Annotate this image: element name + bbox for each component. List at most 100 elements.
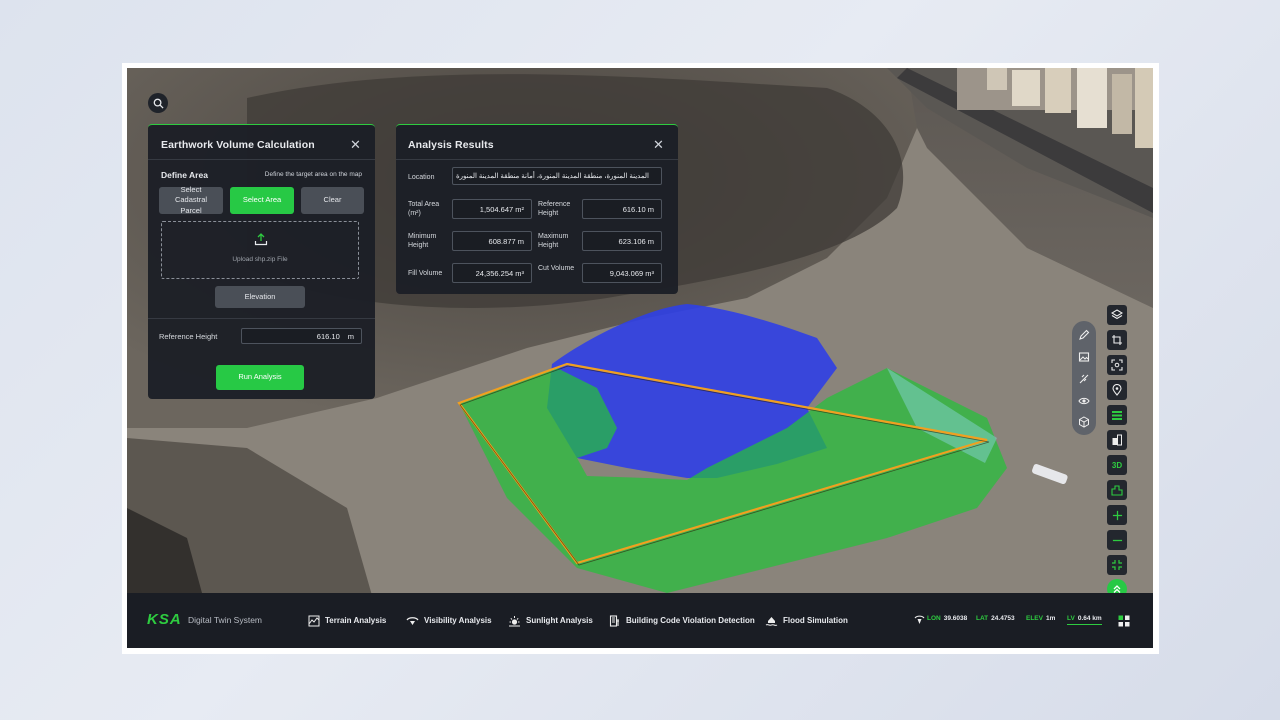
upload-dropzone[interactable]: Upload shp.zip File xyxy=(161,221,359,279)
total-area-value: 1,504.647 m² xyxy=(452,199,532,219)
longitude-value: 39.6038 xyxy=(943,615,968,622)
list-button[interactable] xyxy=(1107,405,1127,425)
close-button[interactable]: ✕ xyxy=(653,138,664,151)
zoom-in-icon xyxy=(1112,510,1122,520)
draw-toolbar xyxy=(1072,321,1096,435)
ksa-logo: KSA xyxy=(147,611,182,628)
location-label: Location xyxy=(408,174,435,181)
location-field: المدينة المنورة، منطقة المدينة المنورة، … xyxy=(452,167,662,185)
maximum-height-value: 623.106 m xyxy=(582,231,662,251)
crop-icon xyxy=(1112,335,1122,345)
location-value: المدينة المنورة، منطقة المدينة المنورة، … xyxy=(456,173,649,180)
fullscreen-icon xyxy=(1112,560,1122,570)
level-label: LV xyxy=(1067,615,1075,622)
apps-grid-icon xyxy=(1118,615,1130,627)
panel-title: Earthwork Volume Calculation xyxy=(161,139,315,151)
minimum-height-label: Minimum Height xyxy=(408,233,437,250)
select-area-button[interactable]: Select Area xyxy=(230,187,294,214)
maximum-height-label: Maximum Height xyxy=(538,233,569,250)
total-area-label: Total Area (m²) xyxy=(408,201,440,218)
zoom-in-button[interactable] xyxy=(1107,505,1127,525)
reference-height-label: Reference Height xyxy=(538,201,571,218)
upload-icon xyxy=(254,233,268,246)
layers-button[interactable] xyxy=(1107,305,1127,325)
fill-volume-value: 24,356.254 m³ xyxy=(452,263,532,283)
panel-title: Analysis Results xyxy=(408,139,494,151)
map-viewport[interactable]: Earthwork Volume Calculation ✕ Define Ar… xyxy=(127,68,1153,648)
upload-text: Upload shp.zip File xyxy=(232,256,288,263)
zoom-out-icon xyxy=(1112,539,1122,541)
list-icon xyxy=(1112,411,1122,420)
close-button[interactable]: ✕ xyxy=(350,138,361,151)
longitude-label: LON xyxy=(927,615,941,622)
zoom-out-button[interactable] xyxy=(1107,530,1127,550)
building-button[interactable] xyxy=(1107,430,1127,450)
nav-sunlight-analysis[interactable]: Sunlight Analysis xyxy=(508,593,593,648)
level-readout: LV 0.64 km xyxy=(1067,615,1102,625)
terrain-icon xyxy=(308,615,320,626)
cube-icon[interactable] xyxy=(1078,416,1090,428)
apps-grid-button[interactable] xyxy=(1118,614,1130,627)
nav-label: Building Code Violation Detection xyxy=(626,616,755,625)
3d-label: 3D xyxy=(1111,460,1123,470)
image-icon[interactable] xyxy=(1078,351,1090,363)
camera-position-icon xyxy=(914,615,925,624)
eye-icon[interactable] xyxy=(1078,395,1090,407)
buildings-button[interactable] xyxy=(1107,480,1127,500)
reference-height-value: 616.10 m xyxy=(582,199,662,219)
longitude-readout: LON 39.6038 xyxy=(927,615,967,622)
crop-button[interactable] xyxy=(1107,330,1127,350)
fullscreen-button[interactable] xyxy=(1107,555,1127,575)
elevation-readout: ELEV 1m xyxy=(1026,615,1055,622)
building-icon xyxy=(1112,434,1122,446)
earthwork-volume-panel: Earthwork Volume Calculation ✕ Define Ar… xyxy=(148,124,375,399)
nav-visibility-analysis[interactable]: Visibility Analysis xyxy=(406,593,492,648)
minimum-height-value: 608.877 m xyxy=(452,231,532,251)
nav-flood-simulation[interactable]: Flood Simulation xyxy=(765,593,848,648)
define-area-label: Define Area xyxy=(161,170,208,180)
reference-height-input[interactable]: 616.10 m xyxy=(241,328,362,344)
location-pin-icon xyxy=(1112,384,1122,396)
clear-button[interactable]: Clear xyxy=(301,187,364,214)
elevation-button[interactable]: Elevation xyxy=(215,286,305,308)
location-pin-button[interactable] xyxy=(1107,380,1127,400)
search-button[interactable] xyxy=(148,93,168,113)
sun-icon xyxy=(509,615,520,626)
select-cadastral-parcel-button[interactable]: Select Cadastral Parcel xyxy=(159,185,223,215)
nav-label: Visibility Analysis xyxy=(424,616,492,625)
3d-toggle-button[interactable]: 3D xyxy=(1107,455,1127,475)
latitude-readout: LAT 24.4753 xyxy=(976,615,1015,622)
screenshot-frame: Earthwork Volume Calculation ✕ Define Ar… xyxy=(122,63,1159,654)
analysis-results-panel: Analysis Results ✕ Location المدينة المن… xyxy=(396,124,678,294)
nav-building-code-violation-detection[interactable]: Building Code Violation Detection xyxy=(609,593,755,648)
cut-volume-label: Cut Volume xyxy=(538,265,575,272)
cut-volume-value: 9,043.069 m³ xyxy=(582,263,662,283)
bottom-bar: KSA Digital Twin System Terrain Analysis… xyxy=(127,593,1153,648)
latitude-value: 24.4753 xyxy=(991,615,1015,622)
fill-volume-label: Fill Volume xyxy=(408,270,443,277)
nav-terrain-analysis[interactable]: Terrain Analysis xyxy=(308,593,386,648)
level-value: 0.64 km xyxy=(1077,615,1102,622)
reference-height-value: 616.10 xyxy=(316,331,340,341)
nav-label: Flood Simulation xyxy=(783,616,848,625)
pencil-icon[interactable] xyxy=(1078,329,1090,341)
building-code-icon xyxy=(609,614,619,627)
latitude-label: LAT xyxy=(976,615,989,622)
run-analysis-button[interactable]: Run Analysis xyxy=(216,365,304,390)
reference-height-label: Reference Height xyxy=(159,332,218,341)
target-frame-button[interactable] xyxy=(1107,355,1127,375)
elevation-value: 1m xyxy=(1045,615,1056,622)
search-icon xyxy=(153,98,164,109)
target-frame-icon xyxy=(1111,359,1123,371)
nav-label: Sunlight Analysis xyxy=(526,616,593,625)
nav-label: Terrain Analysis xyxy=(325,616,387,625)
layers-icon xyxy=(1111,309,1123,320)
measure-icon[interactable] xyxy=(1078,373,1090,385)
buildings-icon xyxy=(1111,485,1123,496)
flood-icon xyxy=(765,616,778,626)
define-area-hint: Define the target area on the map xyxy=(264,171,362,178)
elevation-label: ELEV xyxy=(1026,615,1043,622)
app-name: Digital Twin System xyxy=(188,615,263,625)
visibility-icon xyxy=(406,616,419,625)
reference-height-unit: m xyxy=(347,331,354,341)
